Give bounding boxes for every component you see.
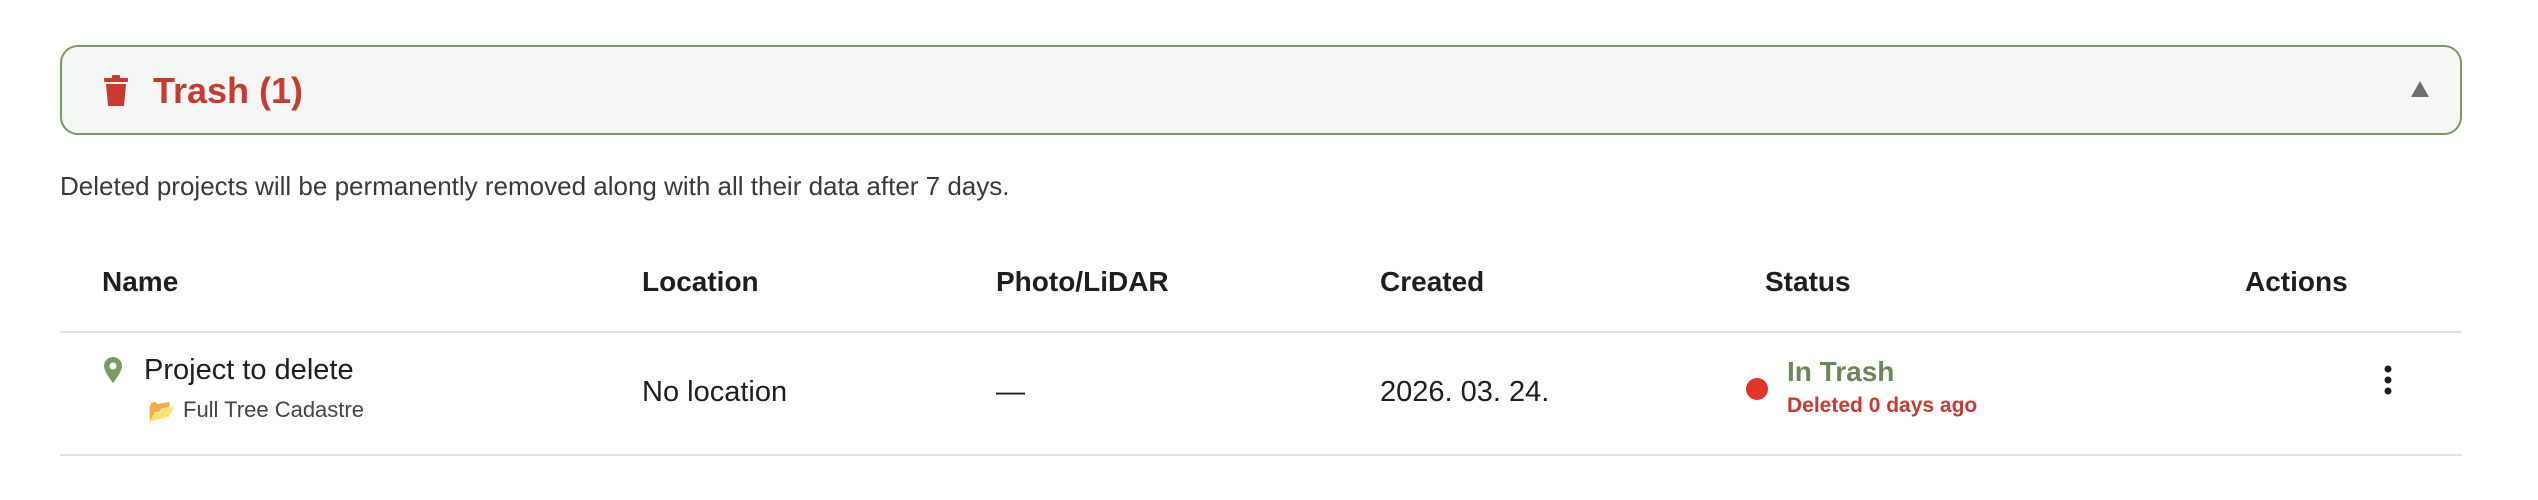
status-label: In Trash — [1787, 356, 1895, 387]
row-divider — [60, 454, 2462, 456]
project-photo-lidar: — — [996, 376, 1025, 408]
project-location: No location — [642, 376, 788, 408]
column-header-created: Created — [1380, 266, 1485, 297]
trash-icon — [104, 75, 128, 106]
trash-section-header[interactable]: Trash (1) — [60, 45, 2462, 135]
column-header-photo-lidar: Photo/LiDAR — [996, 266, 1169, 297]
location-pin-icon — [104, 357, 122, 383]
column-header-status: Status — [1765, 266, 1851, 297]
folder-icon: 📂 — [148, 398, 176, 423]
status-dot — [1746, 378, 1768, 400]
project-created-date: 2026. 03. 24. — [1380, 376, 1550, 408]
page: Trash (1) Deleted projects will be perma… — [0, 0, 2538, 500]
more-vertical-icon[interactable] — [2376, 362, 2400, 398]
project-name: Project to delete — [144, 354, 354, 386]
header-divider — [60, 331, 2462, 333]
collapse-icon[interactable] — [2410, 80, 2430, 98]
project-type: Full Tree Cadastre — [183, 397, 364, 422]
trash-retention-notice: Deleted projects will be permanently rem… — [60, 171, 1010, 201]
column-header-name: Name — [102, 266, 179, 297]
column-header-location: Location — [642, 266, 759, 297]
trash-section-title: Trash (1) — [153, 70, 304, 111]
column-header-actions: Actions — [2245, 266, 2348, 297]
status-deleted-since: Deleted 0 days ago — [1787, 394, 1978, 417]
